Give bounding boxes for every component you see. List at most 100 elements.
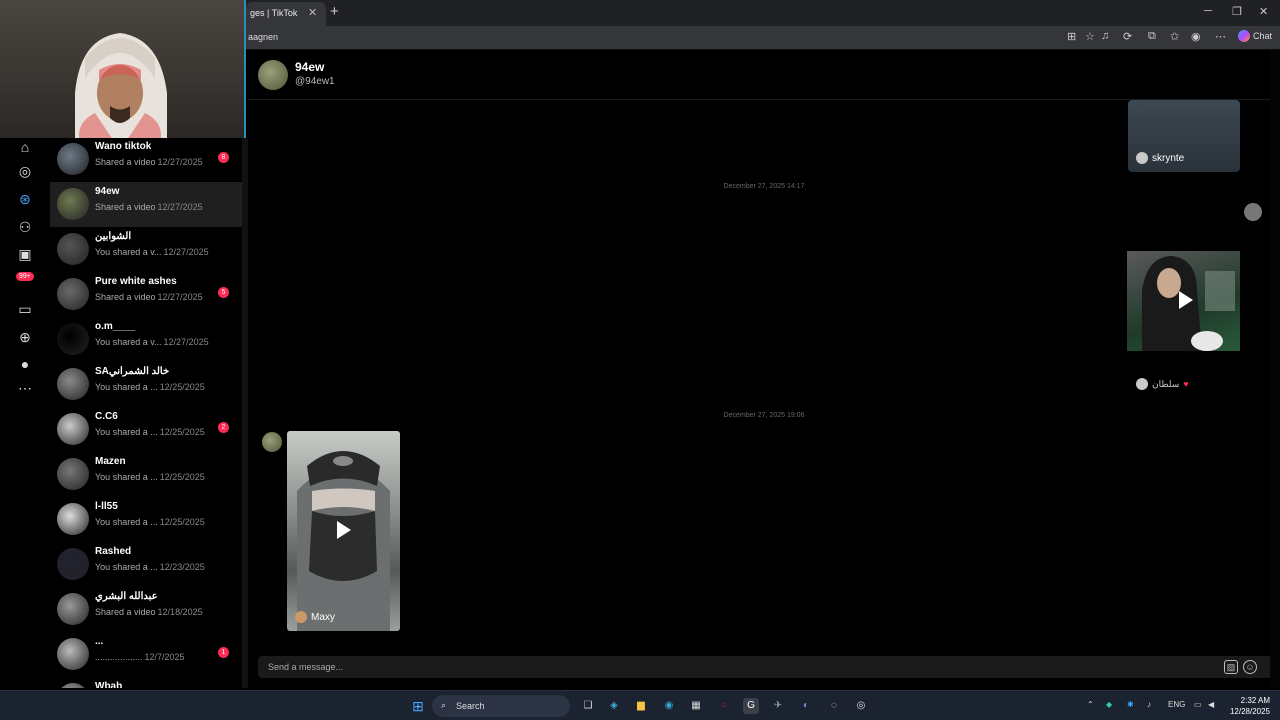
explore-icon[interactable]: ◎ <box>16 162 34 180</box>
upload-icon[interactable]: ⊕ <box>16 328 34 346</box>
live-icon[interactable]: ▣ <box>16 245 34 263</box>
file-explorer-icon[interactable]: ▆ <box>633 698 649 714</box>
tray-overflow-icon[interactable]: ⌃ <box>1087 700 1094 709</box>
conversation-item[interactable]: الشوابين You shared a v... 12/27/2025 <box>50 227 242 272</box>
new-tab-button[interactable]: + <box>330 3 339 20</box>
tab-close-icon[interactable]: ✕ <box>308 6 317 19</box>
language-indicator[interactable]: ENG <box>1168 700 1185 709</box>
extensions-icon[interactable]: ⟳ <box>1123 30 1132 43</box>
preview-date: 12/23/2025 <box>159 562 205 572</box>
image-attach-icon[interactable]: ▨ <box>1224 660 1238 674</box>
home-icon[interactable]: ⌂ <box>16 138 34 156</box>
contact-avatar[interactable] <box>262 432 282 452</box>
conversation-item[interactable]: ...................... 12/7/2025 1 <box>50 632 242 677</box>
conversation-preview: You shared a ... 12/23/2025 <box>95 562 205 572</box>
close-window-icon[interactable]: ✕ <box>1259 5 1268 18</box>
volume-icon[interactable]: ◀ <box>1208 700 1214 709</box>
preview-text: You shared a ... <box>95 382 158 392</box>
notification-badge: 99+ <box>16 272 34 281</box>
tray-app-icon[interactable]: ◆ <box>1106 700 1112 709</box>
preview-date: 12/25/2025 <box>159 427 205 437</box>
copilot-taskbar-icon[interactable]: ◈ <box>606 698 622 714</box>
chat-header-avatar[interactable] <box>258 60 288 90</box>
messages-icon[interactable]: ▭ <box>16 300 34 318</box>
task-view-icon[interactable]: ❏ <box>580 698 596 714</box>
network-icon[interactable]: ▭ <box>1194 700 1202 709</box>
preview-text: Shared a video <box>95 202 156 212</box>
clock[interactable]: 2:32 AM 12/28/2025 <box>1226 695 1270 717</box>
shared-video-card[interactable]: skrynte <box>1128 100 1240 172</box>
more-icon[interactable]: ⋯ <box>16 379 34 397</box>
preview-date: 12/25/2025 <box>159 517 205 527</box>
shared-video-card[interactable]: Maxy <box>287 431 400 631</box>
conversation-item[interactable]: عبدالله البشري Shared a video 12/18/2025 <box>50 587 242 632</box>
steam-icon[interactable]: ✈ <box>770 698 786 714</box>
tiktok-side-rail: ⌂ ◎ ⊛ ⚇ ▣ 99+ ▭ ⊕ ● ⋯ <box>0 138 50 688</box>
reader-icon[interactable]: ⊞ <box>1067 30 1076 43</box>
conversation-item[interactable]: Pure white ashes Shared a video 12/27/2025… <box>50 272 242 317</box>
edge-icon[interactable]: ◉ <box>661 698 677 714</box>
profile-avatar-icon[interactable]: ◉ <box>1191 30 1201 43</box>
following-icon[interactable]: ⊛ <box>16 190 34 208</box>
url-field[interactable]: aagnen <box>248 32 278 42</box>
emoji-icon[interactable]: ☺ <box>1243 660 1257 674</box>
split-screen-icon[interactable]: ⧉ <box>1148 30 1156 43</box>
play-icon[interactable] <box>1179 291 1193 309</box>
app-icon[interactable]: ◌ <box>826 698 842 714</box>
windows-taskbar: ⊞ ⌕ Search ❏ ◈ ▆ ◉ ▦ ○ G ✈ ◐ ◌ ◎ ⌃ ◆ ✱ ♪… <box>0 690 1280 720</box>
conversation-item[interactable]: SAخالد الشمراني You shared a ... 12/25/202… <box>50 362 242 407</box>
copilot-chat-button[interactable]: Chat <box>1238 30 1272 42</box>
mic-icon[interactable]: ♪ <box>1147 700 1151 709</box>
sender-avatar[interactable] <box>1244 203 1262 221</box>
start-icon[interactable]: ⊞ <box>410 698 426 714</box>
conversation-item[interactable]: 94ew Shared a video 12/27/2025 <box>50 182 242 227</box>
reaction-username: سلطان <box>1152 378 1180 389</box>
conversation-item[interactable]: l-ll55 You shared a ... 12/25/2025 <box>50 497 242 542</box>
chat-scrollbar[interactable] <box>1270 50 1280 688</box>
favorite-star-icon[interactable]: ☆ <box>1085 30 1095 43</box>
discord-icon[interactable]: ◐ <box>798 698 814 714</box>
preview-text: You shared a v... <box>95 247 162 257</box>
conversation-item[interactable]: Mazen You shared a ... 12/25/2025 <box>50 452 242 497</box>
conversation-name: Wano tiktok <box>95 141 152 152</box>
unread-badge: 1 <box>218 647 229 658</box>
conversation-name: الشوابين <box>95 231 132 242</box>
conversation-name: عبدالله البشري <box>95 591 158 602</box>
conversation-preview: You shared a ... 12/25/2025 <box>95 382 205 392</box>
conversation-item[interactable]: Wbab <box>50 677 242 688</box>
app-g-icon[interactable]: G <box>743 698 759 714</box>
conversation-item[interactable]: C.C6 You shared a ... 12/25/2025 2 <box>50 407 242 452</box>
conversation-avatar <box>57 368 89 400</box>
bluetooth-icon[interactable]: ✱ <box>1127 700 1134 709</box>
conversation-avatar <box>57 143 89 175</box>
chat-handle: @94ew1 <box>295 76 335 87</box>
notification-icon[interactable]: ♫ <box>1101 30 1109 42</box>
preview-date: 12/7/2025 <box>144 652 185 662</box>
shared-video-card[interactable] <box>1127 251 1240 351</box>
taskbar-search[interactable]: ⌕ Search <box>432 695 570 717</box>
preview-date: 12/18/2025 <box>157 607 203 617</box>
tab-title: ges | TikTok <box>250 8 298 18</box>
opera-icon[interactable]: ○ <box>716 698 732 714</box>
conversation-preview: Shared a video 12/27/2025 <box>95 292 203 302</box>
message-input[interactable]: Send a message... ▨ ☺ <box>258 656 1273 678</box>
play-icon[interactable] <box>337 521 351 539</box>
conversation-avatar <box>57 638 89 670</box>
preview-date: 12/25/2025 <box>159 472 205 482</box>
preview-text: ................... <box>95 652 143 662</box>
restore-icon[interactable]: ❐ <box>1232 5 1242 18</box>
profile-icon[interactable]: ● <box>16 355 34 373</box>
webcam-overlay <box>0 0 246 138</box>
minimize-icon[interactable]: ─ <box>1204 5 1212 17</box>
app-icon-2[interactable]: ◎ <box>853 698 869 714</box>
conversation-list: Wano tiktok Shared a video 12/27/2025 8 94ew… <box>50 138 242 688</box>
conversation-item[interactable]: Rashed You shared a ... 12/23/2025 <box>50 542 242 587</box>
more-menu-icon[interactable]: ⋯ <box>1215 30 1226 43</box>
conversation-item[interactable]: o.m____ You shared a v... 12/27/2025 <box>50 317 242 362</box>
friends-icon[interactable]: ⚇ <box>16 218 34 236</box>
conversation-item[interactable]: Wano tiktok Shared a video 12/27/2025 8 <box>50 138 242 182</box>
favorites-icon[interactable]: ✩ <box>1170 30 1179 43</box>
preview-text: Shared a video <box>95 607 156 617</box>
chat-username[interactable]: 94ew <box>295 60 324 74</box>
store-icon[interactable]: ▦ <box>688 698 704 714</box>
